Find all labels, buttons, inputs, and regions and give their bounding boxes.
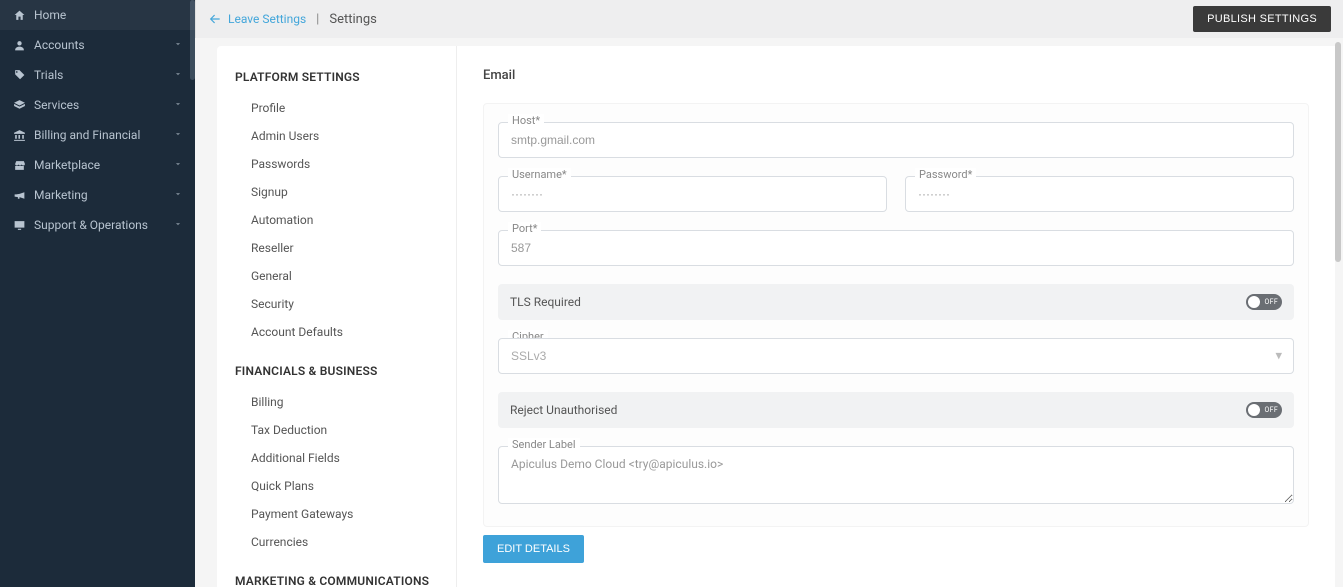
chevron-down-icon [173, 158, 183, 172]
nav-item-support[interactable]: Support & Operations [0, 210, 195, 240]
nav-label: Marketing [34, 188, 173, 202]
settings-link-passwords[interactable]: Passwords [225, 150, 448, 178]
topbar: Leave Settings | Settings PUBLISH SETTIN… [195, 0, 1343, 38]
sender-label: Sender Label [508, 438, 580, 451]
settings-link-account-defaults[interactable]: Account Defaults [225, 318, 448, 346]
settings-nav-panel: PLATFORM SETTINGS Profile Admin Users Pa… [217, 46, 457, 587]
bank-icon [12, 128, 26, 142]
reject-toggle[interactable]: OFF [1246, 402, 1282, 418]
reject-label: Reject Unauthorised [510, 403, 617, 417]
form-heading: Email [483, 68, 1309, 83]
settings-link-tax-deduction[interactable]: Tax Deduction [225, 416, 448, 444]
settings-link-currencies[interactable]: Currencies [225, 528, 448, 556]
nav-label: Marketplace [34, 158, 173, 172]
leave-settings-label: Leave Settings [228, 12, 306, 26]
password-field-wrap: Password* [905, 176, 1294, 212]
main-scrollbar-thumb[interactable] [1335, 42, 1341, 262]
settings-link-quick-plans[interactable]: Quick Plans [225, 472, 448, 500]
settings-link-admin-users[interactable]: Admin Users [225, 122, 448, 150]
main-panel: Email Host* Username* Password* Port* [457, 46, 1335, 587]
settings-section-title: FINANCIALS & BUSINESS [217, 358, 456, 388]
nav-item-marketplace[interactable]: Marketplace [0, 150, 195, 180]
person-icon [12, 38, 26, 52]
chevron-down-icon [173, 98, 183, 112]
host-label: Host* [508, 114, 544, 127]
username-input[interactable] [498, 176, 887, 212]
nav-item-marketing[interactable]: Marketing [0, 180, 195, 210]
nav-item-accounts[interactable]: Accounts [0, 30, 195, 60]
port-label: Port* [508, 222, 541, 235]
chevron-down-icon [173, 188, 183, 202]
password-input[interactable] [905, 176, 1294, 212]
home-icon [12, 8, 26, 22]
username-field-wrap: Username* [498, 176, 887, 212]
port-input[interactable] [498, 230, 1294, 266]
settings-link-reseller[interactable]: Reseller [225, 234, 448, 262]
settings-section-title: PLATFORM SETTINGS [217, 64, 456, 94]
nav-item-trials[interactable]: Trials [0, 60, 195, 90]
leave-settings-link[interactable]: Leave Settings [208, 12, 306, 26]
chevron-down-icon [173, 218, 183, 232]
cipher-select[interactable] [498, 338, 1294, 374]
toggle-knob-icon [1248, 296, 1260, 308]
settings-link-billing[interactable]: Billing [225, 388, 448, 416]
toggle-state-label: OFF [1265, 298, 1278, 306]
main-nav-sidebar: Home Accounts Trials Services Billing an… [0, 0, 195, 587]
nav-label: Services [34, 98, 173, 112]
arrow-left-icon [208, 12, 222, 26]
cipher-field-wrap: Cipher ▾ [498, 338, 1294, 374]
nav-label: Home [34, 8, 183, 22]
nav-label: Accounts [34, 38, 173, 52]
tls-toggle[interactable]: OFF [1246, 294, 1282, 310]
settings-section-title: MARKETING & COMMUNICATIONS [217, 568, 456, 587]
settings-link-automation[interactable]: Automation [225, 206, 448, 234]
chevron-down-icon [173, 128, 183, 142]
monitor-icon [12, 218, 26, 232]
reject-toggle-row: Reject Unauthorised OFF [498, 392, 1294, 428]
tag-icon [12, 68, 26, 82]
settings-link-additional-fields[interactable]: Additional Fields [225, 444, 448, 472]
edit-details-button[interactable]: EDIT DETAILS [483, 535, 584, 563]
settings-link-signup[interactable]: Signup [225, 178, 448, 206]
username-label: Username* [508, 168, 571, 181]
email-form-box: Host* Username* Password* Port* TLS Requ… [483, 103, 1309, 527]
store-icon [12, 158, 26, 172]
toggle-state-label: OFF [1265, 406, 1278, 414]
publish-settings-button[interactable]: PUBLISH SETTINGS [1193, 6, 1331, 32]
settings-link-payment-gateways[interactable]: Payment Gateways [225, 500, 448, 528]
settings-link-security[interactable]: Security [225, 290, 448, 318]
tls-label: TLS Required [510, 295, 581, 309]
nav-item-home[interactable]: Home [0, 0, 195, 30]
chevron-down-icon [173, 38, 183, 52]
sender-textarea[interactable] [498, 446, 1294, 504]
nav-item-billing[interactable]: Billing and Financial [0, 120, 195, 150]
sender-field-wrap: Sender Label [498, 446, 1294, 508]
nav-item-services[interactable]: Services [0, 90, 195, 120]
chevron-down-icon [173, 68, 183, 82]
tls-toggle-row: TLS Required OFF [498, 284, 1294, 320]
host-field-wrap: Host* [498, 122, 1294, 158]
toggle-knob-icon [1248, 404, 1260, 416]
settings-link-general[interactable]: General [225, 262, 448, 290]
nav-label: Support & Operations [34, 218, 173, 232]
port-field-wrap: Port* [498, 230, 1294, 266]
breadcrumb-separator: | [316, 12, 319, 27]
content-area: PLATFORM SETTINGS Profile Admin Users Pa… [195, 38, 1343, 587]
host-input[interactable] [498, 122, 1294, 158]
megaphone-icon [12, 188, 26, 202]
nav-label: Trials [34, 68, 173, 82]
page-title: Settings [329, 12, 376, 27]
nav-label: Billing and Financial [34, 128, 173, 142]
layers-icon [12, 98, 26, 112]
settings-link-profile[interactable]: Profile [225, 94, 448, 122]
password-label: Password* [915, 168, 976, 181]
